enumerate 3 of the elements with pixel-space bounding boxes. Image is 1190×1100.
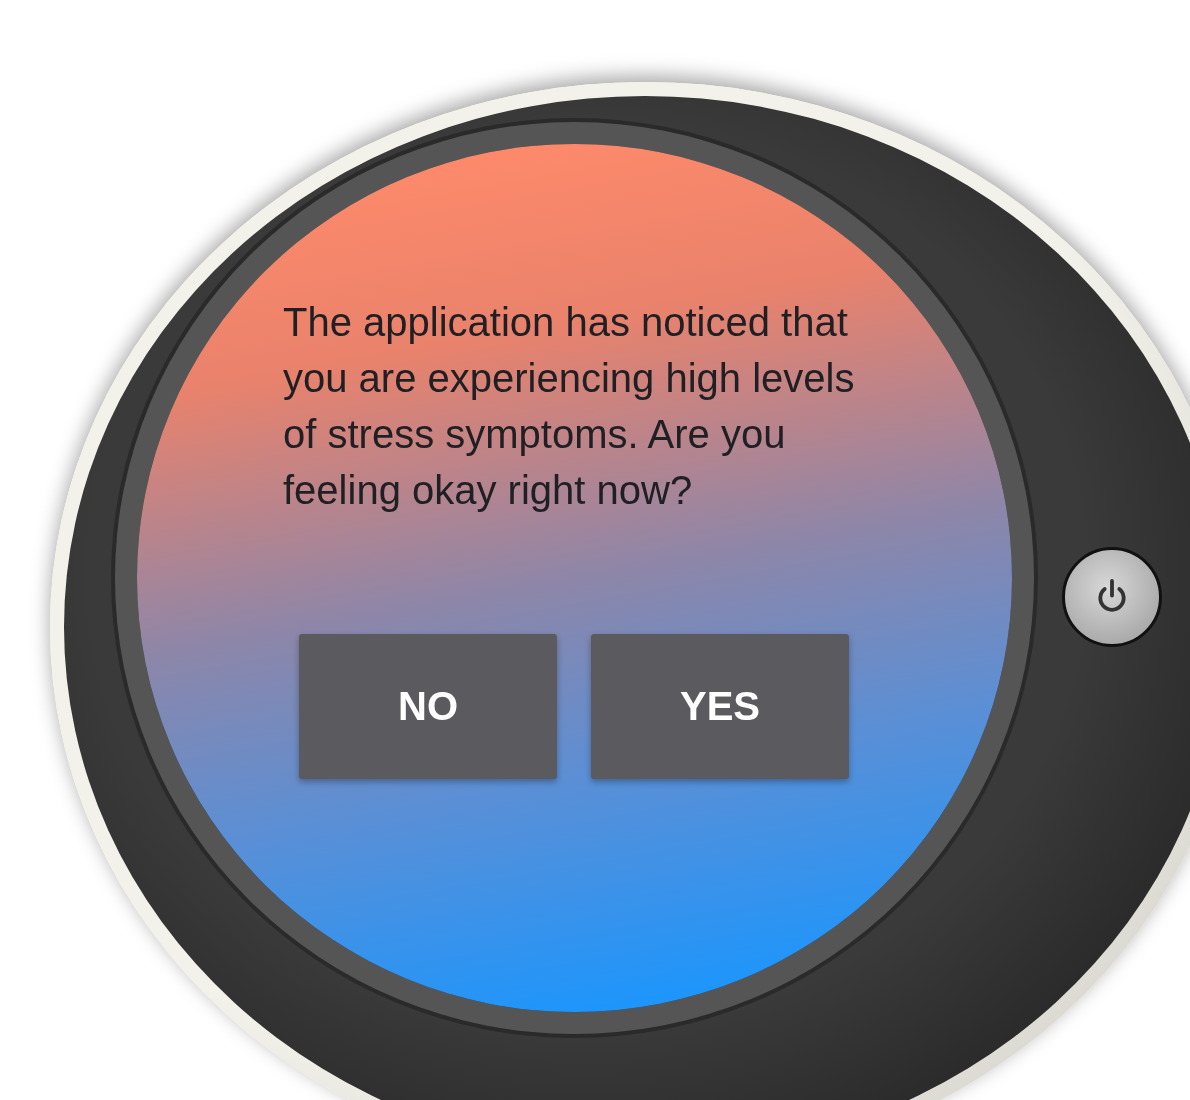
- decline-button[interactable]: NO: [299, 634, 557, 779]
- dialog-message: The application has noticed that you are experiencing high levels of stress symptoms. Are you feeling okay right now?: [283, 299, 856, 514]
- confirm-button[interactable]: YES: [591, 634, 849, 779]
